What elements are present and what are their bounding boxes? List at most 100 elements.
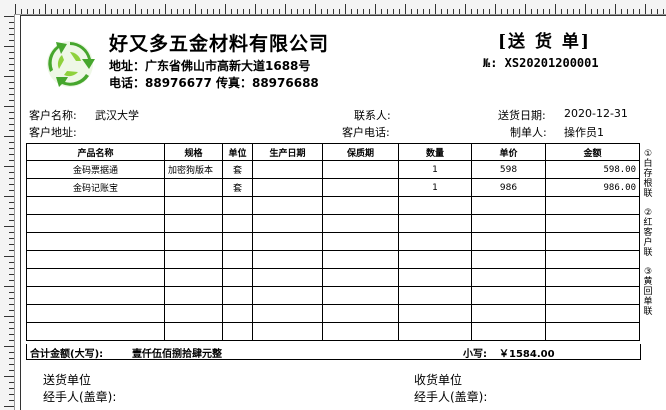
ruler-tick xyxy=(4,196,14,197)
table-row-empty xyxy=(26,250,640,269)
ruler-tick xyxy=(333,9,334,14)
col-header-mfg-date: 生产日期 xyxy=(252,143,323,161)
ruler-tick xyxy=(195,4,196,14)
ruler-tick xyxy=(453,9,454,14)
empty-cell xyxy=(222,268,253,287)
ruler-tick xyxy=(99,9,100,14)
shelf-life-cell xyxy=(322,178,399,197)
ruler-tick xyxy=(9,322,14,323)
empty-cell xyxy=(545,232,640,251)
customer-name-label: 客户名称: xyxy=(29,109,77,122)
ruler-tick xyxy=(285,4,286,14)
ruler-tick xyxy=(663,9,664,14)
product-name-cell: 金码票据通 xyxy=(26,160,165,179)
spec-cell: 加密狗版本 xyxy=(164,160,223,179)
ruler-tick xyxy=(93,9,94,14)
copy-label-red: ②红客户联 xyxy=(643,208,653,258)
ruler-tick xyxy=(57,9,58,14)
empty-cell xyxy=(471,214,546,233)
ruler-tick xyxy=(27,9,28,14)
ruler-tick xyxy=(291,9,292,14)
ruler-tick xyxy=(315,4,316,14)
ruler-tick xyxy=(273,9,274,14)
ruler-tick xyxy=(525,4,526,14)
ruler-tick xyxy=(9,190,14,191)
ruler-tick xyxy=(441,9,442,14)
ruler-tick xyxy=(375,4,376,14)
product-name-cell: 金码记账宝 xyxy=(26,178,165,197)
ruler-tick xyxy=(9,100,14,101)
col-header-shelf-life: 保质期 xyxy=(322,143,399,161)
ruler-tick xyxy=(9,64,14,65)
ruler-tick xyxy=(9,118,14,119)
empty-cell xyxy=(545,322,640,341)
quantity-cell: 1 xyxy=(398,160,472,179)
empty-cell xyxy=(252,250,323,269)
ruler-tick xyxy=(639,9,640,14)
ruler-tick xyxy=(297,9,298,14)
ruler-tick xyxy=(351,9,352,14)
ruler-tick xyxy=(243,9,244,14)
ruler-tick xyxy=(21,9,22,14)
table-row-empty xyxy=(26,232,640,251)
ruler-tick xyxy=(279,9,280,14)
empty-cell xyxy=(26,196,165,215)
ruler-tick xyxy=(4,46,14,47)
ruler-tick xyxy=(303,9,304,14)
page-border-left xyxy=(20,15,21,410)
ruler-tick xyxy=(501,9,502,14)
ruler-tick xyxy=(177,9,178,14)
ruler-tick xyxy=(4,166,14,167)
ruler-tick xyxy=(261,9,262,14)
receiver-unit-label: 收货单位 xyxy=(414,373,463,387)
empty-cell xyxy=(322,268,399,287)
ruler-tick xyxy=(435,4,436,14)
ruler-tick xyxy=(327,9,328,14)
empty-cell xyxy=(545,250,640,269)
ruler-tick xyxy=(9,160,14,161)
empty-cell xyxy=(26,322,165,341)
col-header-amount: 金额 xyxy=(545,143,640,161)
ruler-tick xyxy=(9,22,14,23)
ruler-tick xyxy=(9,88,14,89)
ruler-tick xyxy=(237,9,238,14)
empty-cell xyxy=(252,304,323,323)
empty-cell xyxy=(471,322,546,341)
empty-cell xyxy=(322,286,399,305)
ruler-tick xyxy=(81,9,82,14)
ruler-tick xyxy=(9,94,14,95)
ruler-tick xyxy=(393,9,394,14)
empty-cell xyxy=(252,286,323,305)
empty-cell xyxy=(398,250,472,269)
ruler-tick xyxy=(9,58,14,59)
ruler-tick xyxy=(9,274,14,275)
ruler-tick xyxy=(4,376,14,377)
empty-cell xyxy=(164,232,223,251)
ruler-tick xyxy=(51,9,52,14)
ruler-tick xyxy=(4,346,14,347)
ruler-tick xyxy=(459,9,460,14)
ruler-tick xyxy=(213,9,214,14)
maker-label: 制单人: xyxy=(510,126,547,139)
ruler-tick xyxy=(603,9,604,14)
ruler-tick xyxy=(9,40,14,41)
ruler-tick xyxy=(4,406,14,407)
ruler-tick xyxy=(9,262,14,263)
empty-cell xyxy=(164,268,223,287)
contact-label: 联系人: xyxy=(354,109,391,122)
ruler-tick xyxy=(9,112,14,113)
ruler-tick xyxy=(267,9,268,14)
copy-label-white: ①白存根联 xyxy=(643,149,653,199)
sender-unit-label: 送货单位 xyxy=(43,373,92,387)
ruler-tick xyxy=(231,9,232,14)
ruler-tick xyxy=(363,9,364,14)
empty-cell xyxy=(252,268,323,287)
empty-cell xyxy=(164,250,223,269)
empty-cell xyxy=(164,214,223,233)
ruler-tick xyxy=(615,4,616,14)
vertical-ruler xyxy=(0,14,15,410)
ruler-tick xyxy=(4,316,14,317)
ruler-tick xyxy=(33,9,34,14)
col-header-quantity: 数量 xyxy=(398,143,472,161)
ruler-tick xyxy=(417,9,418,14)
